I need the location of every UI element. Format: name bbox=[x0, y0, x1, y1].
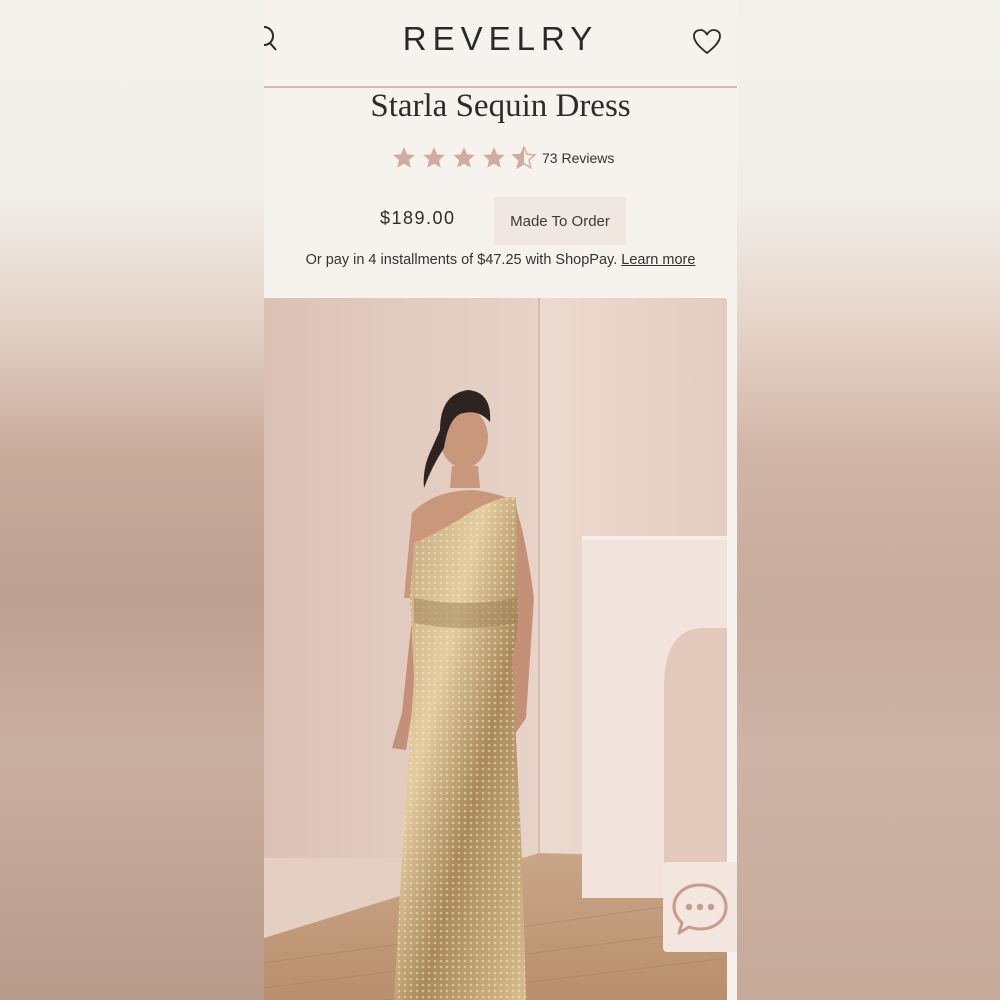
star-icon bbox=[393, 147, 415, 168]
brand-logo[interactable]: REVELRY bbox=[264, 20, 737, 58]
site-header: REVELRY bbox=[264, 0, 737, 86]
half-star-icon bbox=[511, 145, 537, 170]
star-icon bbox=[453, 147, 475, 168]
reviews-link[interactable]: 73 Reviews bbox=[542, 150, 614, 166]
blurred-backdrop-left bbox=[0, 0, 264, 1000]
product-photo[interactable] bbox=[264, 298, 727, 1000]
chat-button[interactable] bbox=[663, 862, 737, 952]
mobile-screen: REVELRY Starla Sequin Dress 73 Reviews $… bbox=[264, 0, 737, 1000]
chat-bubble-icon bbox=[672, 883, 728, 935]
installments-text: Or pay in 4 installments of $47.25 with … bbox=[305, 252, 618, 268]
installments-note: Or pay in 4 installments of $47.25 with … bbox=[264, 252, 737, 268]
product-price: $189.00 bbox=[380, 208, 456, 228]
star-icon bbox=[423, 147, 445, 168]
blurred-backdrop-right bbox=[737, 0, 1000, 1000]
product-rating[interactable]: 73 Reviews bbox=[390, 144, 614, 172]
heart-icon[interactable] bbox=[692, 28, 722, 56]
availability-badge: Made To Order bbox=[494, 197, 626, 245]
star-icon bbox=[483, 147, 505, 168]
product-title: Starla Sequin Dress bbox=[370, 88, 631, 124]
learn-more-link[interactable]: Learn more bbox=[621, 252, 695, 268]
